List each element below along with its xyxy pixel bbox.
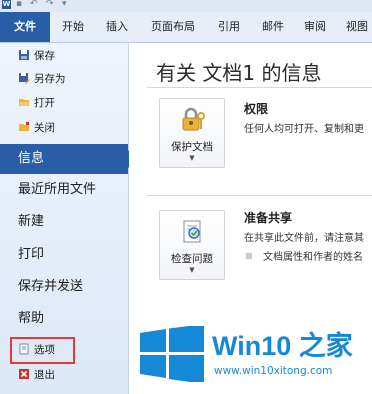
watermark-title: Win10 之家 xyxy=(212,331,353,361)
nav-recent[interactable]: 最近所用文件 xyxy=(0,175,128,205)
exit-label: 退出 xyxy=(34,369,55,381)
watermark: Win10 之家 www.win10xitong.com xyxy=(140,322,372,394)
open-command[interactable]: 打开 xyxy=(18,95,55,111)
protect-document-label: 保护文档 xyxy=(171,141,213,153)
tab-view[interactable]: 视图 xyxy=(342,12,372,42)
save-as-label: 另存为 xyxy=(34,73,66,85)
tab-references[interactable]: 引用 xyxy=(212,12,246,42)
redo-icon[interactable]: ↷ xyxy=(46,0,54,9)
tab-home[interactable]: 开始 xyxy=(56,12,90,42)
divider xyxy=(147,195,372,196)
customize-toolbar-icon[interactable]: ▾ xyxy=(62,0,67,9)
prepare-sharing-title: 准备共享 xyxy=(244,211,293,225)
watermark-url: www.win10xitong.com xyxy=(214,365,333,377)
undo-icon[interactable]: ↶ xyxy=(30,0,38,9)
nav-info[interactable]: 信息 xyxy=(0,144,137,174)
quick-access-toolbar: W ▪ ↶ ↷ ▾ xyxy=(0,0,372,12)
word-app-icon: W xyxy=(2,0,11,9)
bullet-icon xyxy=(246,253,252,259)
open-label: 打开 xyxy=(34,97,55,109)
save-as-icon xyxy=(19,73,30,84)
lock-key-icon xyxy=(182,107,205,131)
nav-new[interactable]: 新建 xyxy=(0,207,128,237)
protect-document-button[interactable]: 保护文档 ▼ xyxy=(159,98,225,168)
check-for-issues-label: 检查问题 xyxy=(171,253,213,265)
close-label: 关闭 xyxy=(34,122,55,134)
permissions-title: 权限 xyxy=(244,102,269,116)
close-folder-icon xyxy=(19,122,29,131)
check-for-issues-button[interactable]: 检查问题 ▼ xyxy=(159,210,225,280)
tab-review[interactable]: 审阅 xyxy=(298,12,332,42)
page-title: 有关 文档1 的信息 xyxy=(156,61,322,85)
chevron-down-icon: ▼ xyxy=(189,266,195,274)
ribbon-tab-row: 文件 开始 插入 页面布局 引用 邮件 审阅 视图 xyxy=(0,12,372,43)
prepare-bullet-text: 文档属性和作者的姓名 xyxy=(263,252,363,263)
inspect-document-icon xyxy=(183,220,201,243)
save-icon[interactable]: ▪ xyxy=(16,0,22,9)
tab-page-layout[interactable]: 页面布局 xyxy=(146,12,200,42)
exit-command[interactable]: 退出 xyxy=(18,367,55,383)
prepare-sharing-description: 在共享此文件前，请注意其 xyxy=(244,233,364,244)
save-icon xyxy=(19,50,29,60)
windows-logo-icon xyxy=(140,326,204,382)
save-command[interactable]: 保存 xyxy=(18,48,55,64)
permissions-description: 任何人均可打开、复制和更 xyxy=(244,124,364,135)
nav-save-send[interactable]: 保存并发送 xyxy=(0,272,128,302)
tab-file[interactable]: 文件 xyxy=(0,12,50,42)
chevron-down-icon: ▼ xyxy=(189,154,195,162)
close-command[interactable]: 关闭 xyxy=(18,120,55,136)
options-highlight-box xyxy=(10,337,75,364)
save-label: 保存 xyxy=(34,50,55,62)
nav-print[interactable]: 打印 xyxy=(0,240,128,270)
save-as-command[interactable]: 另存为 xyxy=(18,71,66,87)
tab-insert[interactable]: 插入 xyxy=(100,12,134,42)
open-folder-icon xyxy=(19,99,30,106)
tab-mailings[interactable]: 邮件 xyxy=(256,12,290,42)
exit-icon xyxy=(19,369,29,379)
nav-help[interactable]: 帮助 xyxy=(0,304,128,334)
divider xyxy=(147,87,372,88)
